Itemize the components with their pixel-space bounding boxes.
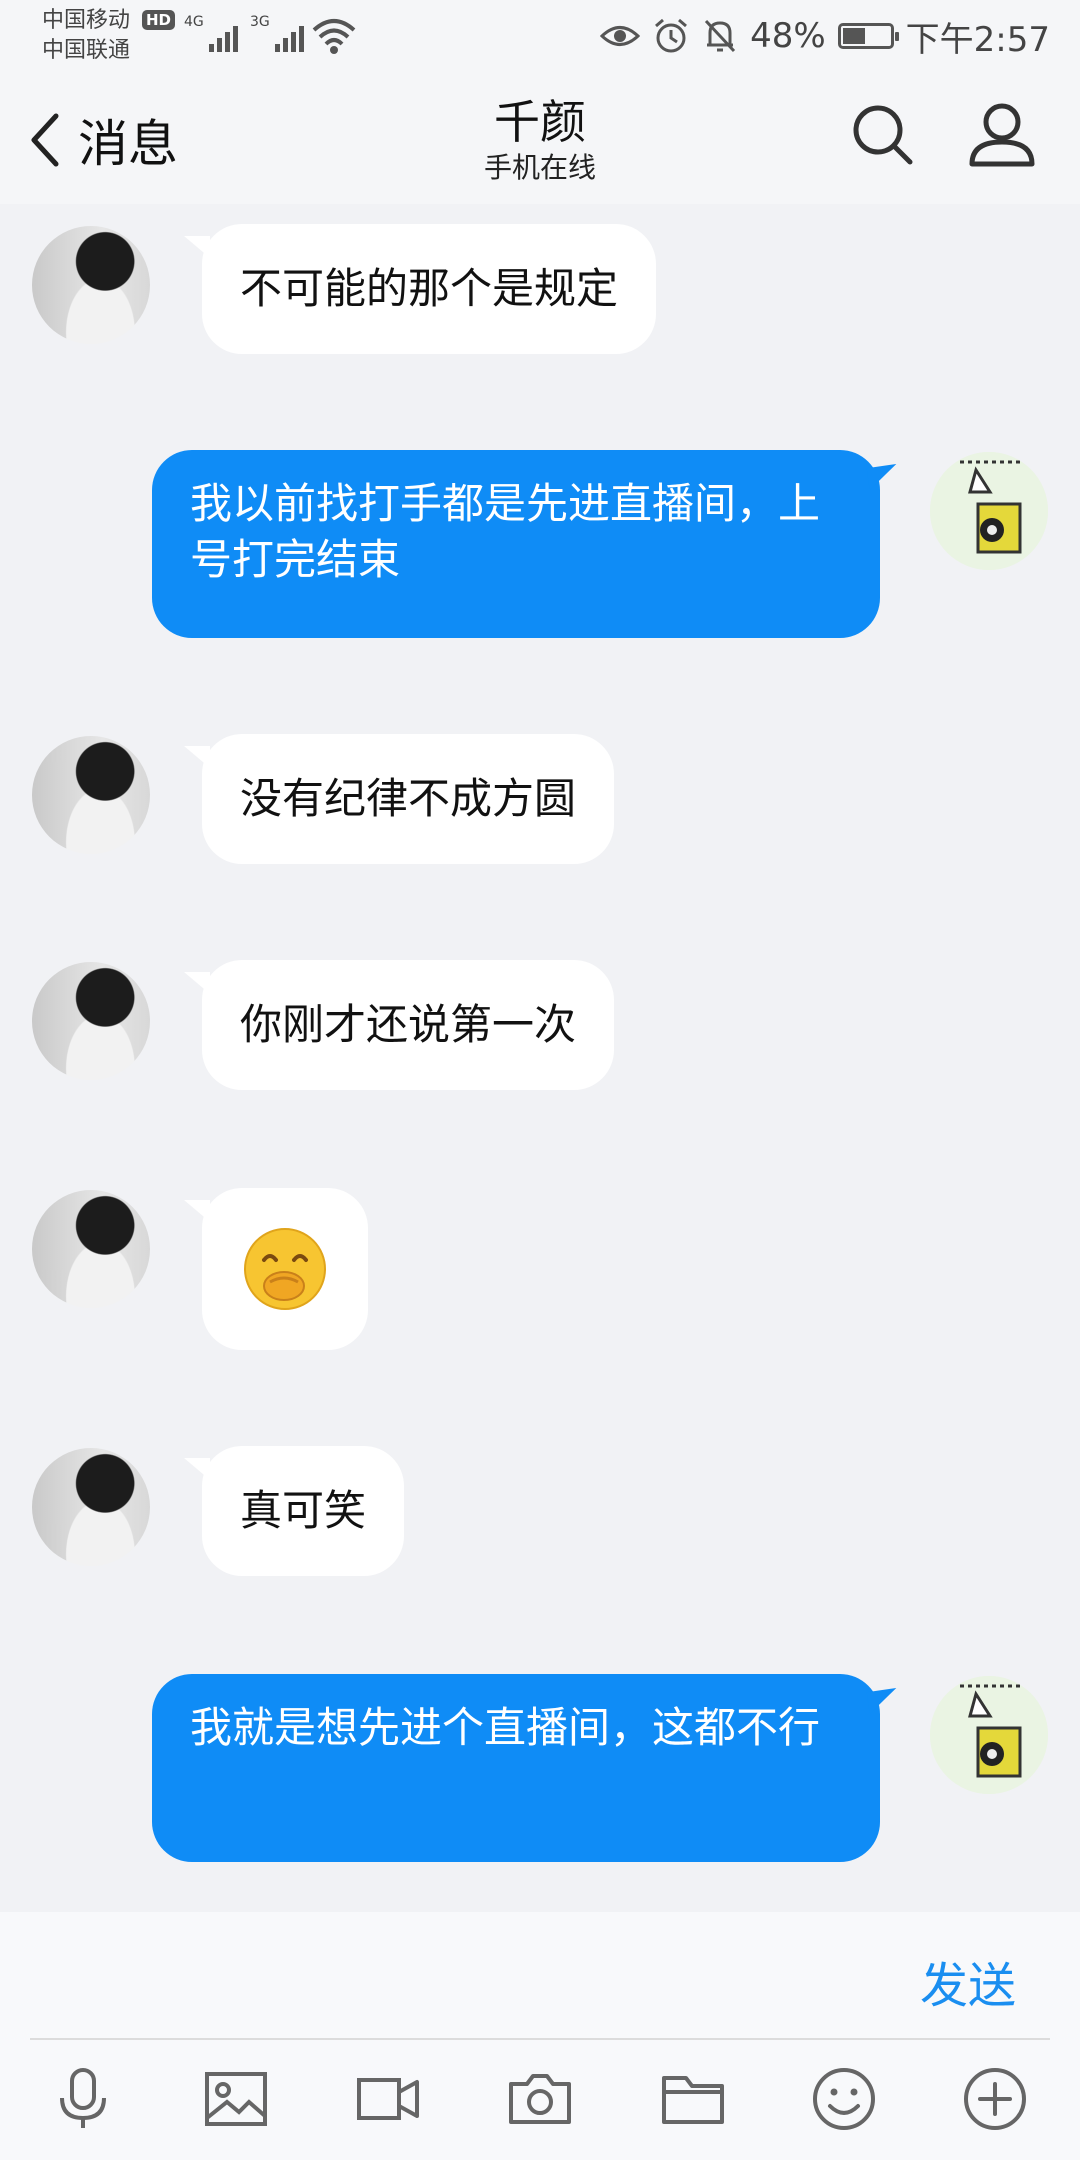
carrier-secondary: 中国联通 (42, 38, 131, 63)
battery-level (842, 28, 865, 44)
message-bubble[interactable]: 我就是想先进个直播间，这都不行 (152, 1674, 880, 1862)
signal-4g-icon: 4G (184, 14, 238, 52)
eye-icon (600, 26, 641, 46)
message-bubble[interactable]: 不可能的那个是规定 (183, 224, 657, 354)
hd-badge: HD (142, 10, 176, 30)
wifi-icon (312, 19, 356, 54)
camera-icon[interactable] (507, 2066, 573, 2132)
contact-title[interactable]: 千颜 手机在线 (340, 94, 740, 186)
input-area: 发送 (0, 1912, 1080, 2040)
message-bubble[interactable]: 我以前找打手都是先进直播间，上号打完结束 (152, 450, 880, 638)
contact-avatar[interactable] (32, 1448, 150, 1566)
giggle-emoji-icon (244, 1228, 326, 1310)
contact-avatar[interactable] (32, 226, 150, 344)
bottom-toolbar (0, 2040, 1080, 2160)
battery-percent: 48% (750, 16, 826, 56)
message-bubble[interactable]: 真可笑 (183, 1446, 405, 1576)
message-row (0, 1188, 1080, 1352)
clock: 下午2:57 (905, 19, 1050, 60)
message-bubble[interactable]: 没有纪律不成方圆 (183, 734, 615, 864)
message-row: 你刚才还说第一次 (0, 960, 1080, 1096)
emoji-bubble[interactable] (184, 1188, 368, 1350)
message-row: 真可笑 (0, 1446, 1080, 1582)
video-icon[interactable] (355, 2066, 421, 2132)
status-right: 48% 下午2:57 (600, 12, 1050, 60)
carrier-primary: 中国移动 (42, 8, 131, 33)
profile-icon[interactable] (966, 98, 1038, 170)
message-input[interactable] (30, 1932, 884, 2022)
network-4g-label: 4G (184, 14, 204, 30)
message-row: 我就是想先进个直播间，这都不行 (0, 1674, 1080, 1864)
folder-icon[interactable] (660, 2066, 726, 2132)
contact-avatar[interactable] (32, 1190, 150, 1308)
signal-3g-icon: 3G (250, 14, 304, 52)
contact-name: 千颜 (494, 95, 586, 149)
back-label: 消息 (78, 115, 178, 173)
alarm-icon (655, 18, 688, 53)
message-row: 不可能的那个是规定 (0, 224, 1080, 360)
my-avatar[interactable] (930, 1676, 1048, 1794)
smiley-icon[interactable] (811, 2066, 877, 2132)
status-bar: 中国移动 中国联通 HD 4G 3G 48% 下午2:57 (0, 0, 1080, 72)
network-3g-label: 3G (250, 14, 270, 30)
my-avatar[interactable] (930, 452, 1048, 570)
message-bubble[interactable]: 你刚才还说第一次 (183, 960, 615, 1090)
bell-muted-icon (704, 19, 736, 53)
contact-status: 手机在线 (483, 151, 596, 184)
search-icon[interactable] (848, 100, 916, 168)
message-row: 我以前找打手都是先进直播间，上号打完结束 (0, 450, 1080, 640)
contact-avatar[interactable] (32, 736, 150, 854)
back-button[interactable]: 消息 (28, 100, 178, 180)
chat-header: 消息 千颜 手机在线 (0, 72, 1080, 204)
send-button[interactable]: 发送 (920, 1946, 1016, 2016)
battery-icon (837, 23, 899, 49)
image-icon[interactable] (203, 2066, 269, 2132)
carrier-info: 中国移动 中国联通 (42, 6, 130, 66)
microphone-icon[interactable] (50, 2066, 116, 2132)
plus-icon[interactable] (962, 2066, 1028, 2132)
contact-avatar[interactable] (32, 962, 150, 1080)
message-row: 没有纪律不成方圆 (0, 734, 1080, 870)
chevron-left-icon (31, 113, 59, 167)
